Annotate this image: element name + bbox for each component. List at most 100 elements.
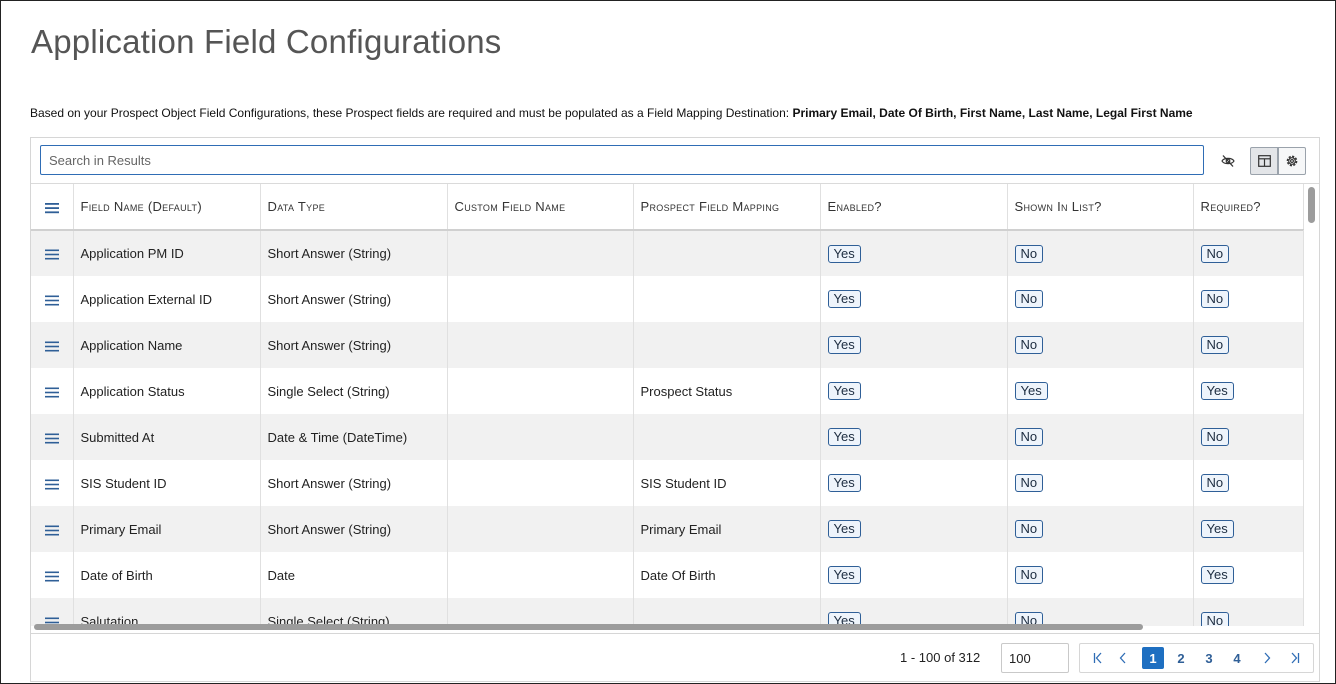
cell-required: Yes xyxy=(1193,506,1304,552)
row-menu-button[interactable] xyxy=(31,552,74,598)
shown-in-list-badge[interactable]: No xyxy=(1014,474,1044,492)
notice-text: Based on your Prospect Object Field Conf… xyxy=(30,106,790,120)
cell-data-type: Short Answer (String) xyxy=(260,506,448,552)
column-menu-header[interactable] xyxy=(31,184,74,231)
cell-custom-field-name xyxy=(447,460,634,506)
columns-icon xyxy=(1257,155,1271,167)
cell-required: No xyxy=(1193,230,1304,276)
enabled-badge[interactable]: Yes xyxy=(827,474,861,492)
enabled-badge[interactable]: Yes xyxy=(827,336,861,354)
cell-enabled: Yes xyxy=(820,460,1008,506)
cell-enabled: Yes xyxy=(820,368,1008,414)
required-badge[interactable]: No xyxy=(1200,290,1230,308)
enabled-badge[interactable]: Yes xyxy=(827,428,861,446)
cell-enabled: Yes xyxy=(820,322,1008,368)
page-button-3[interactable]: 3 xyxy=(1198,647,1220,669)
shown-in-list-badge[interactable]: No xyxy=(1014,336,1044,354)
settings-button[interactable] xyxy=(1278,147,1306,175)
data-grid: Field Name (Default) Data Type Custom Fi… xyxy=(31,183,1319,626)
cell-field-name: Application External ID xyxy=(73,276,261,322)
page-button-2[interactable]: 2 xyxy=(1170,647,1192,669)
cell-data-type: Short Answer (String) xyxy=(260,230,448,276)
first-page-button[interactable] xyxy=(1087,647,1109,669)
drag-handle-icon xyxy=(44,246,59,261)
required-badge[interactable]: Yes xyxy=(1200,382,1234,400)
vertical-scrollbar-thumb[interactable] xyxy=(1308,187,1315,223)
enabled-badge[interactable]: Yes xyxy=(827,244,861,263)
required-badge[interactable]: Yes xyxy=(1200,520,1234,538)
row-menu-button[interactable] xyxy=(31,230,74,276)
toggle-hidden-button[interactable] xyxy=(1214,147,1242,175)
cell-prospect-field-mapping: Date Of Birth xyxy=(633,552,821,598)
table-row[interactable]: Application PM ID Short Answer (String) Ye… xyxy=(31,230,1304,276)
horizontal-scrollbar[interactable] xyxy=(31,622,1319,632)
table-row[interactable]: Application Status Single Select (String)… xyxy=(31,368,1304,414)
enabled-badge[interactable]: Yes xyxy=(827,382,861,400)
cell-required: No xyxy=(1193,276,1304,322)
search-input[interactable] xyxy=(40,145,1204,175)
table-row[interactable]: Submitted At Date & Time (DateTime) Yes No N… xyxy=(31,414,1304,460)
row-menu-button[interactable] xyxy=(31,368,74,414)
cell-data-type: Single Select (String) xyxy=(260,368,448,414)
shown-in-list-badge[interactable]: No xyxy=(1014,566,1044,584)
drag-handle-icon xyxy=(44,476,59,491)
hamburger-icon xyxy=(44,199,60,214)
row-menu-button[interactable] xyxy=(31,460,74,506)
table-row[interactable]: Date of Birth Date Date Of Birth Yes No Yes xyxy=(31,552,1304,598)
shown-in-list-badge[interactable]: No xyxy=(1014,244,1044,263)
table-row[interactable]: Application Name Short Answer (String) Yes… xyxy=(31,322,1304,368)
row-menu-button[interactable] xyxy=(31,322,74,368)
table-row[interactable]: Primary Email Short Answer (String) Primar… xyxy=(31,506,1304,552)
cell-shown: No xyxy=(1007,230,1194,276)
next-page-button[interactable] xyxy=(1256,647,1278,669)
cell-custom-field-name xyxy=(447,230,634,276)
column-header-data-type[interactable]: Data Type xyxy=(260,184,448,231)
cell-prospect-field-mapping xyxy=(633,414,821,460)
column-header-field-name[interactable]: Field Name (Default) xyxy=(73,184,261,231)
cell-prospect-field-mapping: SIS Student ID xyxy=(633,460,821,506)
horizontal-scrollbar-thumb[interactable] xyxy=(34,624,1143,630)
required-badge[interactable]: Yes xyxy=(1200,566,1234,584)
shown-in-list-badge[interactable]: Yes xyxy=(1014,382,1048,400)
row-menu-button[interactable] xyxy=(31,414,74,460)
required-badge[interactable]: No xyxy=(1200,428,1230,446)
previous-page-button[interactable] xyxy=(1112,647,1134,669)
page-button-1[interactable]: 1 xyxy=(1142,647,1164,669)
column-header-enabled[interactable]: Enabled? xyxy=(820,184,1008,231)
cell-required: No xyxy=(1193,460,1304,506)
cell-field-name: Date of Birth xyxy=(73,552,261,598)
table-row[interactable]: Application External ID Short Answer (Str… xyxy=(31,276,1304,322)
row-menu-button[interactable] xyxy=(31,276,74,322)
shown-in-list-badge[interactable]: No xyxy=(1014,428,1044,446)
cell-prospect-field-mapping: Primary Email xyxy=(633,506,821,552)
table-row[interactable]: SIS Student ID Short Answer (String) SIS S… xyxy=(31,460,1304,506)
cell-enabled: Yes xyxy=(820,276,1008,322)
page-title: Application Field Configurations xyxy=(31,23,502,60)
row-menu-button[interactable] xyxy=(31,506,74,552)
shown-in-list-badge[interactable]: No xyxy=(1014,290,1044,308)
cell-custom-field-name xyxy=(447,414,634,460)
cell-prospect-field-mapping xyxy=(633,322,821,368)
enabled-badge[interactable]: Yes xyxy=(827,566,861,584)
columns-button[interactable] xyxy=(1250,147,1278,175)
enabled-badge[interactable]: Yes xyxy=(827,290,861,308)
column-header-required[interactable]: Required? xyxy=(1193,184,1304,231)
vertical-scrollbar[interactable] xyxy=(1305,184,1319,626)
required-badge[interactable]: No xyxy=(1200,336,1230,354)
column-header-shown-in-list[interactable]: Shown In List? xyxy=(1007,184,1194,231)
page-button-4[interactable]: 4 xyxy=(1226,647,1248,669)
chevron-left-icon xyxy=(1119,652,1127,664)
cell-field-name: SIS Student ID xyxy=(73,460,261,506)
enabled-badge[interactable]: Yes xyxy=(827,520,861,538)
results-panel: Field Name (Default) Data Type Custom Fi… xyxy=(30,137,1320,682)
last-page-button[interactable] xyxy=(1284,647,1306,669)
column-header-custom-field-name[interactable]: Custom Field Name xyxy=(447,184,634,231)
column-header-prospect-field-mapping[interactable]: Prospect Field Mapping xyxy=(633,184,821,231)
page-size-input[interactable] xyxy=(1001,643,1069,673)
shown-in-list-badge[interactable]: No xyxy=(1014,520,1044,538)
required-badge[interactable]: No xyxy=(1200,244,1230,263)
cell-custom-field-name xyxy=(447,552,634,598)
cell-field-name: Application Name xyxy=(73,322,261,368)
required-badge[interactable]: No xyxy=(1200,474,1230,492)
cell-shown: No xyxy=(1007,322,1194,368)
